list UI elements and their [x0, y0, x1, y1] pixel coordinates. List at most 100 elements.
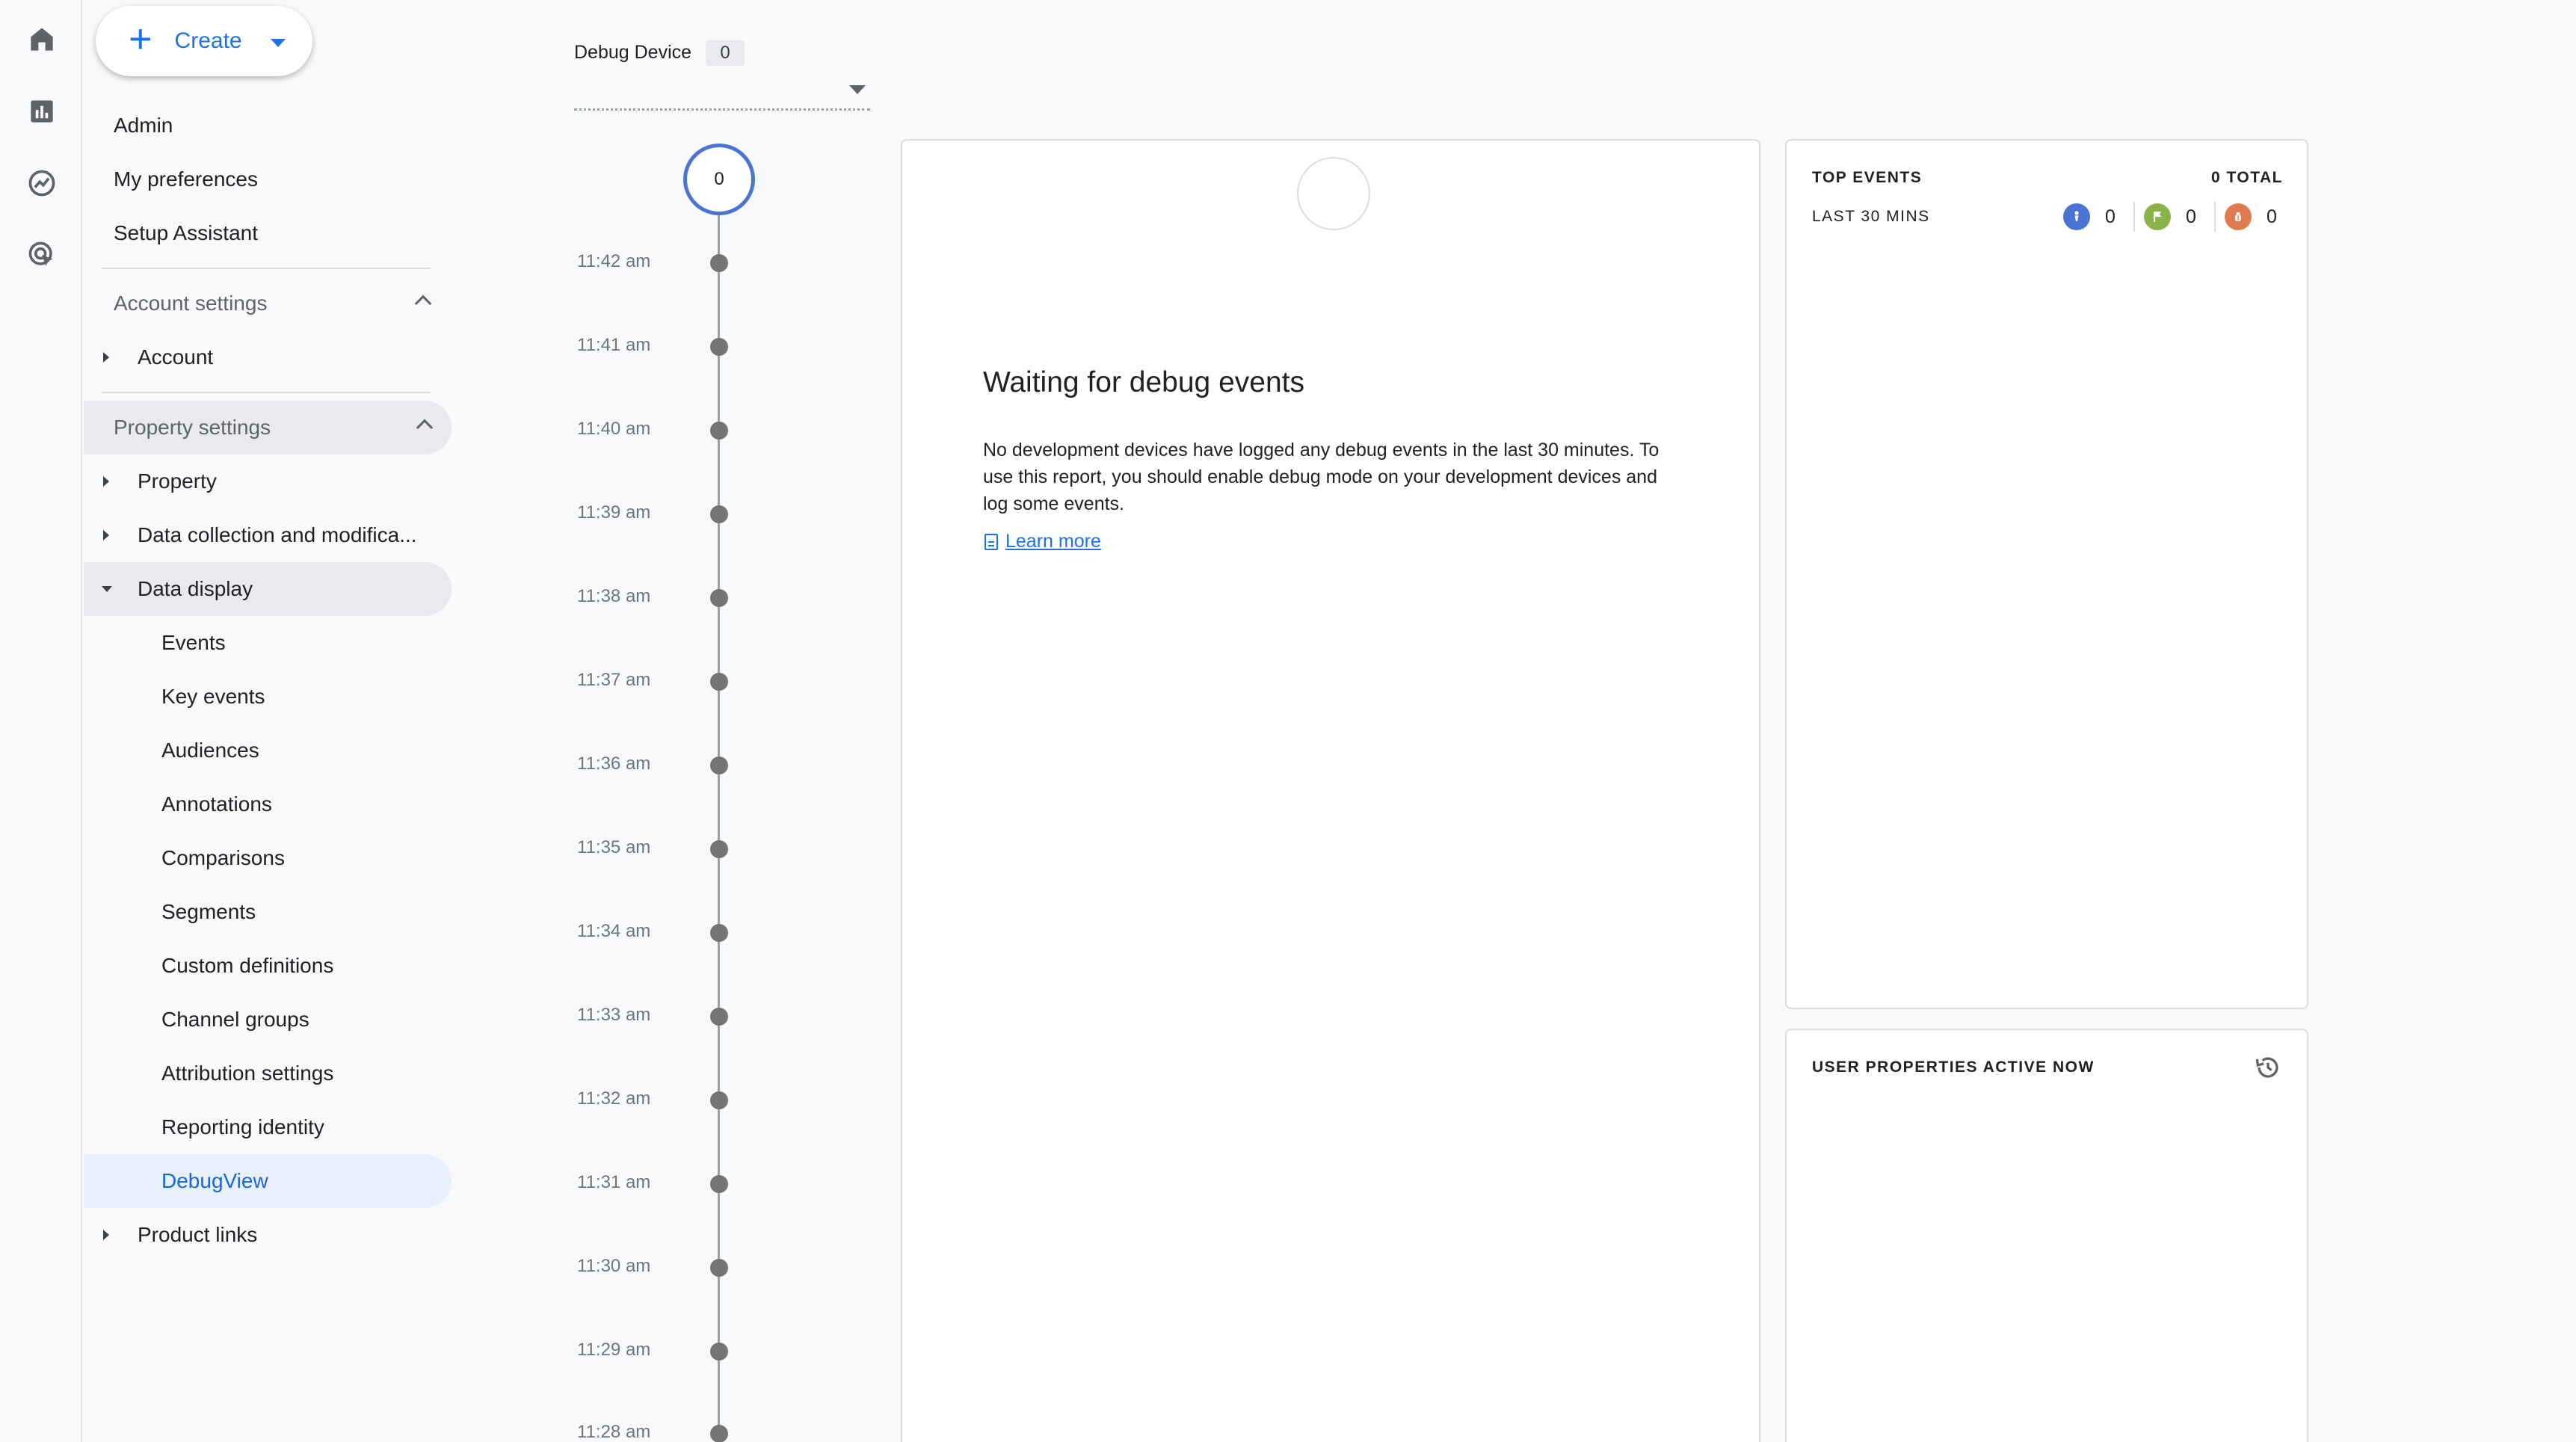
sidebar-item-setup-assistant[interactable]: Setup Assistant — [84, 206, 450, 260]
timeline-row: 11:40 am — [568, 416, 740, 446]
timeline-row: 11:42 am — [568, 248, 740, 278]
timeline-dot[interactable] — [710, 1091, 728, 1109]
sidebar-item-my-preferences[interactable]: My preferences — [84, 152, 450, 206]
timeline-row: 11:34 am — [568, 918, 740, 948]
timeline-row: 11:31 am — [568, 1169, 740, 1199]
timeline-dot[interactable] — [710, 254, 728, 272]
sidebar-item-account[interactable]: Account — [84, 330, 450, 384]
event-stream-panel: Waiting for debug events No development … — [901, 139, 1760, 1442]
empty-state-circle — [1297, 157, 1370, 230]
sidebar-item-segments[interactable]: Segments — [84, 885, 450, 939]
property-label: Property — [138, 469, 217, 493]
dropdown-arrow-icon — [849, 85, 866, 94]
debug-device-select[interactable] — [574, 72, 870, 111]
chevron-up-icon — [414, 295, 432, 312]
create-button[interactable]: + Create — [96, 6, 312, 76]
sidebar-item-product-links[interactable]: Product links — [84, 1208, 450, 1262]
timeline-time: 11:39 am — [577, 502, 651, 523]
timeline-time: 11:37 am — [577, 670, 651, 690]
timeline-row: 11:30 am — [568, 1253, 740, 1283]
sidebar-item-attribution-settings[interactable]: Attribution settings — [84, 1047, 450, 1100]
top-events-card: TOP EVENTS 0 TOTAL LAST 30 MINS 0 0 0 — [1785, 139, 2308, 1009]
seconds-stream-circle[interactable]: 0 — [683, 144, 755, 215]
timeline-row: 11:37 am — [568, 667, 740, 697]
timeline-dot[interactable] — [710, 1425, 728, 1442]
timeline-dot[interactable] — [710, 757, 728, 774]
timeline-row: 11:33 am — [568, 1002, 740, 1032]
user-properties-card: USER PROPERTIES ACTIVE NOW — [1785, 1029, 2308, 1442]
chevron-up-icon — [416, 419, 434, 437]
reports-icon[interactable] — [25, 94, 59, 129]
explore-icon[interactable] — [25, 166, 59, 200]
flag-icon — [2144, 203, 2171, 230]
event-icon — [2063, 203, 2090, 230]
expand-arrow-icon — [103, 1230, 109, 1240]
timeline-dot[interactable] — [710, 840, 728, 858]
divider — [2214, 202, 2216, 232]
sidebar-item-reporting-identity[interactable]: Reporting identity — [84, 1100, 450, 1154]
timeline-dot[interactable] — [710, 1259, 728, 1277]
sidebar-item-comparisons[interactable]: Comparisons — [84, 831, 450, 885]
history-icon[interactable] — [2252, 1051, 2284, 1084]
timeline-row: 11:36 am — [568, 751, 740, 780]
property-settings-label: Property settings — [114, 416, 271, 439]
timeline-time: 11:41 am — [577, 335, 651, 355]
timeline-dot[interactable] — [710, 924, 728, 942]
timeline-time: 11:28 am — [577, 1422, 651, 1442]
timeline-time: 11:29 am — [577, 1340, 651, 1360]
bug-icon — [2225, 203, 2252, 230]
sidebar-item-data-collection[interactable]: Data collection and modifica... — [84, 508, 450, 562]
debug-device-label: Debug Device — [574, 42, 692, 63]
events-count: 0 — [2105, 206, 2116, 227]
account-settings-label: Account settings — [114, 292, 268, 315]
timeline-dot[interactable] — [710, 1175, 728, 1193]
expand-arrow-icon — [103, 352, 109, 363]
create-button-label: Create — [174, 28, 242, 53]
events-stat: 0 — [2063, 202, 2116, 232]
timeline-dot[interactable] — [710, 338, 728, 356]
timeline-dot[interactable] — [710, 673, 728, 691]
divider — [102, 268, 431, 269]
timeline-time: 11:34 am — [577, 921, 651, 941]
sidebar-item-debugview[interactable]: DebugView — [84, 1154, 452, 1208]
top-events-title: TOP EVENTS — [1812, 169, 1923, 186]
sidebar-item-annotations[interactable]: Annotations — [84, 777, 450, 831]
document-icon — [985, 533, 998, 550]
timeline-row: 11:29 am — [568, 1337, 740, 1366]
expand-arrow-icon — [103, 476, 109, 487]
sidebar-item-audiences[interactable]: Audiences — [84, 724, 450, 777]
sidebar-item-property[interactable]: Property — [84, 455, 450, 508]
left-nav-rail — [0, 0, 82, 1442]
timeline-dot[interactable] — [710, 1008, 728, 1026]
timeline-dot[interactable] — [710, 422, 728, 440]
timeline-time: 11:32 am — [577, 1088, 651, 1109]
timeline-time: 11:30 am — [577, 1256, 651, 1276]
timeline-dot[interactable] — [710, 589, 728, 607]
data-collection-label: Data collection and modifica... — [138, 523, 417, 546]
divider — [102, 392, 431, 393]
learn-more-link[interactable]: Learn more — [985, 531, 1101, 552]
sidebar-item-custom-definitions[interactable]: Custom definitions — [84, 939, 450, 993]
home-icon[interactable] — [25, 22, 59, 57]
errors-count: 0 — [2267, 206, 2277, 227]
timeline-time: 11:40 am — [577, 419, 651, 439]
timeline-dot[interactable] — [710, 1343, 728, 1361]
timeline-dot[interactable] — [710, 505, 728, 523]
sidebar-item-key-events[interactable]: Key events — [84, 670, 450, 724]
timeline-row: 11:28 am — [568, 1419, 740, 1442]
advertising-icon[interactable] — [25, 238, 59, 272]
timeline-row: 11:35 am — [568, 834, 740, 864]
sidebar-item-data-display[interactable]: Data display — [84, 562, 452, 616]
sidebar-section-property-settings[interactable]: Property settings — [84, 401, 452, 455]
sidebar-item-channel-groups[interactable]: Channel groups — [84, 993, 450, 1047]
sidebar-item-events[interactable]: Events — [84, 616, 450, 670]
divider — [2133, 202, 2135, 232]
data-display-label: Data display — [138, 577, 253, 600]
timeline-row: 11:41 am — [568, 332, 740, 362]
timeline-time: 11:42 am — [577, 251, 651, 271]
sidebar-item-admin[interactable]: Admin — [84, 99, 450, 152]
empty-state-title: Waiting for debug events — [983, 366, 1304, 398]
sidebar-section-account-settings[interactable]: Account settings — [84, 277, 450, 330]
product-links-label: Product links — [138, 1223, 258, 1246]
expand-arrow-icon — [103, 530, 109, 540]
